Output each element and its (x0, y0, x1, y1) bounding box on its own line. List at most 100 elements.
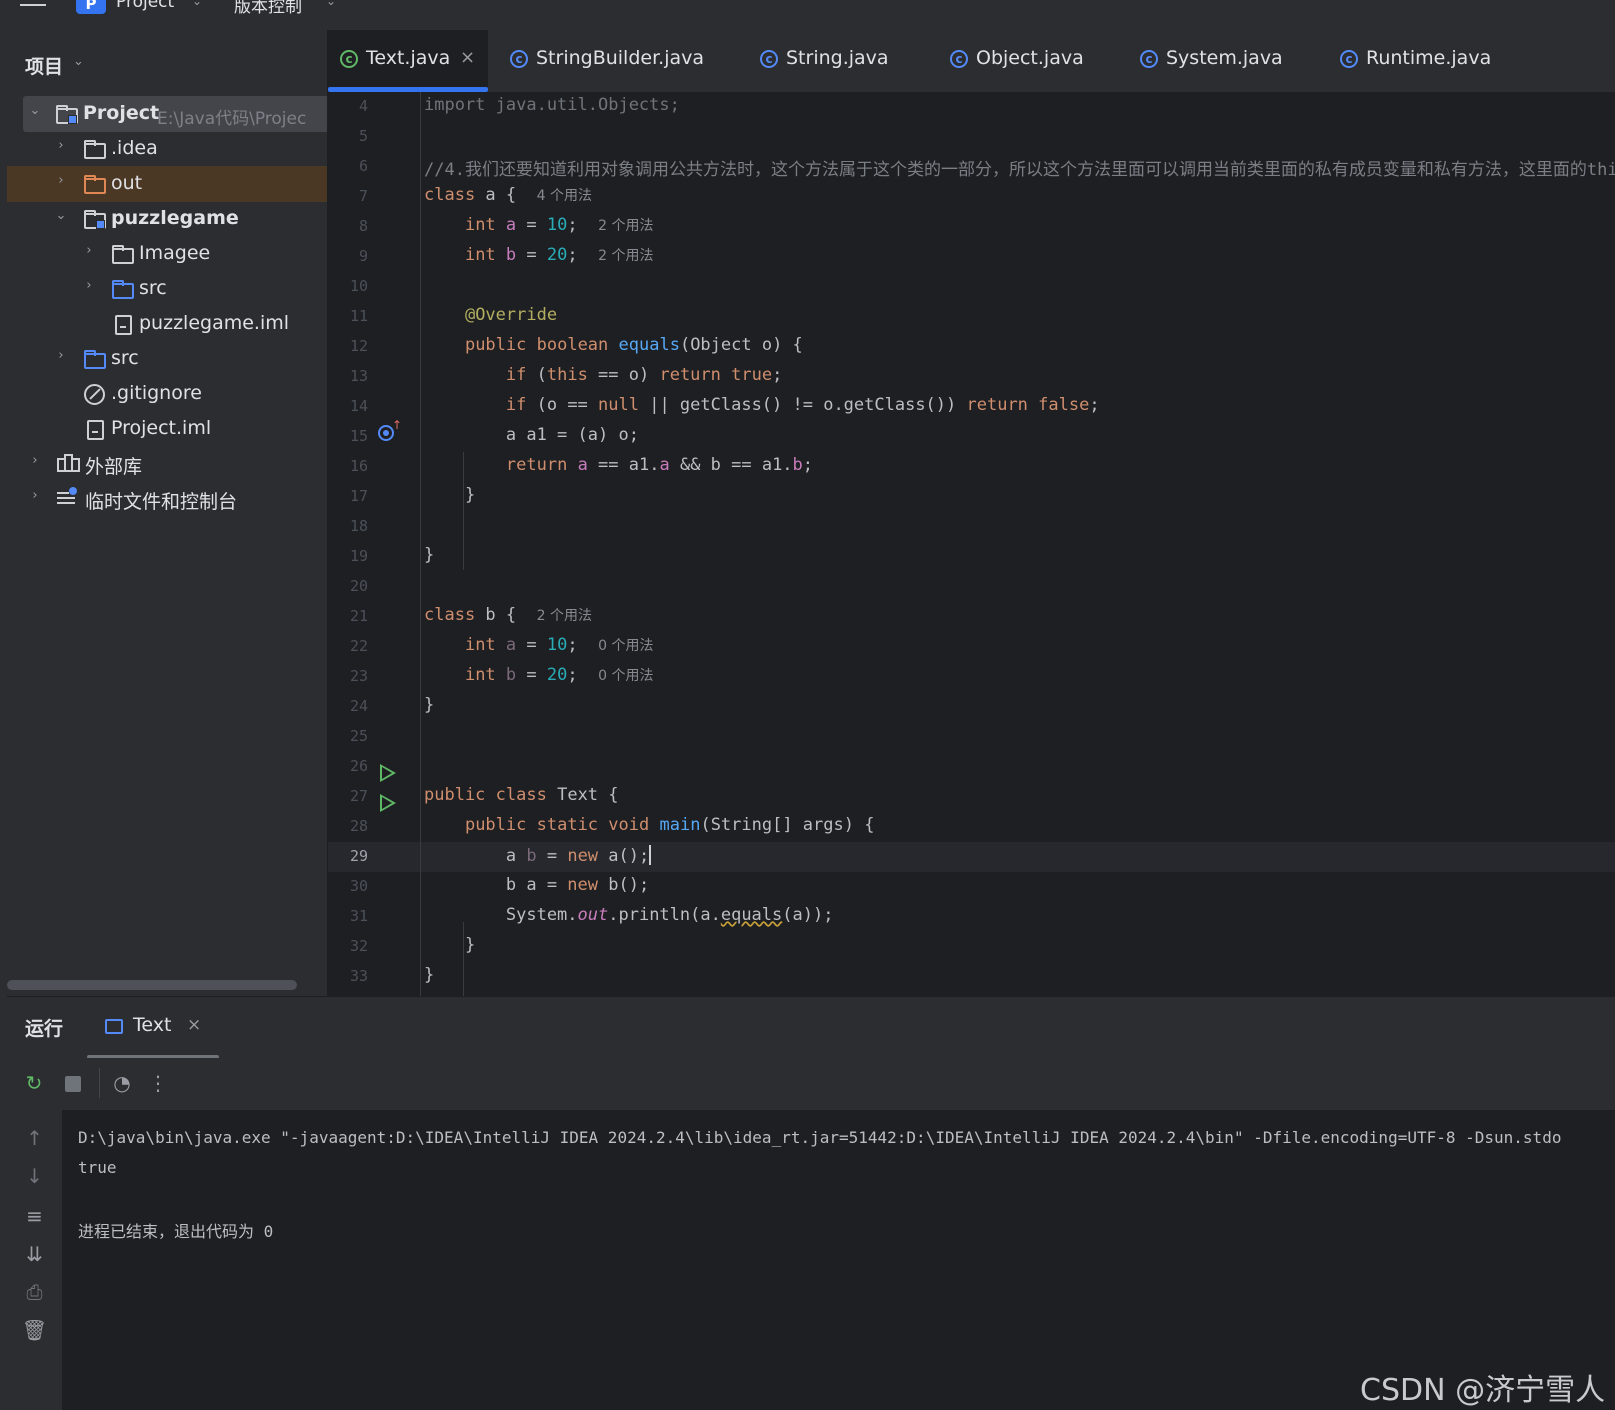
chevron-right-icon[interactable]: › (27, 488, 43, 503)
code-line[interactable]: 32 } (328, 932, 1615, 962)
code-line[interactable]: 21 class b { 2 个用法 (328, 602, 1615, 632)
code-line[interactable]: 25 (328, 722, 1615, 752)
arrow-down-icon[interactable]: ↓ (7, 1164, 62, 1188)
code-line[interactable]: 16 return a == a1.a && b == a1.b; (328, 452, 1615, 482)
project-switcher[interactable]: Project (116, 0, 174, 12)
code-line[interactable]: 15 a a1 = (a) o; (328, 422, 1615, 452)
line-number[interactable]: 31 (328, 907, 368, 925)
line-number[interactable]: 20 (328, 577, 368, 595)
code-line[interactable]: 5 (328, 122, 1615, 152)
tab-text-java[interactable]: c Text.java × (328, 30, 488, 92)
code-line[interactable]: 17 } (328, 482, 1615, 512)
line-number[interactable]: 25 (328, 727, 368, 745)
line-number[interactable]: 19 (328, 547, 368, 565)
code-line[interactable]: 13 if (this == o) return true; (328, 362, 1615, 392)
code-line[interactable]: 12 public boolean equals(Object o) { (328, 332, 1615, 362)
chevron-right-icon[interactable]: › (53, 138, 69, 153)
code-line[interactable]: 19} (328, 542, 1615, 572)
tree-item-project[interactable]: ⌄ Project E:\Java代码\Projec (23, 96, 327, 132)
chevron-right-icon[interactable]: › (81, 278, 97, 293)
code-line[interactable]: 7 class a { 4 个用法 (328, 182, 1615, 212)
tree-item-project-iml[interactable]: Project.iml (7, 411, 327, 447)
line-number[interactable]: 11 (328, 307, 368, 325)
line-number[interactable]: 13 (328, 367, 368, 385)
code-line[interactable]: 11 @Override (328, 302, 1615, 332)
soft-wrap-icon[interactable]: ≡ (7, 1204, 62, 1228)
run-tab-label[interactable]: Text (133, 1014, 171, 1036)
close-icon[interactable]: × (460, 47, 475, 68)
vcs-widget[interactable]: 版本控制 (234, 0, 302, 17)
line-number[interactable]: 5 (328, 127, 368, 145)
code-line[interactable]: 8 int a = 10; 2 个用法 (328, 212, 1615, 242)
close-icon[interactable]: × (187, 1015, 201, 1035)
code-line[interactable]: 31 System.out.println(a.equals(a)); (328, 902, 1615, 932)
horizontal-scrollbar[interactable] (7, 980, 297, 990)
chevron-right-icon[interactable]: › (53, 348, 69, 363)
tree-item-gitignore[interactable]: .gitignore (7, 376, 327, 412)
line-number[interactable]: 16 (328, 457, 368, 475)
line-number[interactable]: 8 (328, 217, 368, 235)
code-line[interactable]: 29 a b = new a(); (328, 842, 1615, 872)
line-number[interactable]: 10 (328, 277, 368, 295)
tree-item-out[interactable]: › out (7, 166, 327, 202)
rerun-icon[interactable]: ↻ (23, 1072, 45, 1094)
code-editor[interactable]: 4 import java.util.Objects; 5 6 //4.我们还要知道利用… (328, 92, 1615, 996)
more-icon[interactable]: ⋮ (147, 1072, 169, 1094)
line-number[interactable]: 29 (328, 847, 368, 865)
profiler-icon[interactable]: ◔ (111, 1072, 133, 1094)
scroll-to-end-icon[interactable]: ⇊ (7, 1242, 62, 1266)
code-line[interactable]: 20 (328, 572, 1615, 602)
tab-object-java[interactable]: c Object.java (928, 30, 1118, 92)
tab-runtime-java[interactable]: c Runtime.java (1318, 30, 1548, 92)
chevron-right-icon[interactable]: › (27, 453, 43, 468)
print-icon[interactable]: ⎙ (7, 1280, 62, 1304)
tree-item-idea[interactable]: › .idea (7, 131, 327, 167)
line-number[interactable]: 32 (328, 937, 368, 955)
code-line[interactable]: 27 public class Text { (328, 782, 1615, 812)
tree-item-puzzlegame[interactable]: ⌄ puzzlegame (7, 201, 327, 237)
chevron-right-icon[interactable]: › (53, 173, 69, 188)
tab-stringbuilder-java[interactable]: c StringBuilder.java (488, 30, 738, 92)
line-number[interactable]: 28 (328, 817, 368, 835)
line-number[interactable]: 18 (328, 517, 368, 535)
arrow-up-icon[interactable]: ↑ (7, 1126, 62, 1150)
line-number[interactable]: 30 (328, 877, 368, 895)
tree-item-imagee[interactable]: › Imagee (7, 236, 327, 272)
line-number[interactable]: 24 (328, 697, 368, 715)
code-line[interactable]: 10 (328, 272, 1615, 302)
code-line[interactable]: 6 //4.我们还要知道利用对象调用公共方法时，这个方法属于这个类的一部分，所以这… (328, 152, 1615, 182)
line-number[interactable]: 14 (328, 397, 368, 415)
tree-item-src[interactable]: › src (7, 341, 327, 377)
line-number[interactable]: 33 (328, 967, 368, 985)
stop-icon[interactable] (65, 1076, 81, 1092)
code-line[interactable]: 24} (328, 692, 1615, 722)
chevron-down-icon[interactable]: ⌄ (192, 0, 202, 8)
code-line[interactable]: 14 if (o == null || getClass() != o.getC… (328, 392, 1615, 422)
main-menu-icon[interactable] (20, 0, 46, 12)
project-badge[interactable]: P (76, 0, 106, 14)
chevron-down-icon[interactable]: ⌄ (326, 0, 336, 8)
run-gutter-icon[interactable] (380, 794, 396, 812)
panel-title[interactable]: 项目 (25, 52, 63, 79)
code-line[interactable]: 30 b a = new b(); (328, 872, 1615, 902)
line-number[interactable]: 23 (328, 667, 368, 685)
code-line[interactable]: 26 (328, 752, 1615, 782)
tree-item-src[interactable]: › src (7, 271, 327, 307)
line-number[interactable]: 9 (328, 247, 368, 265)
code-line[interactable]: 18 (328, 512, 1615, 542)
line-number[interactable]: 4 (328, 97, 368, 115)
code-line[interactable]: 23 int b = 20; 0 个用法 (328, 662, 1615, 692)
run-gutter-icon[interactable] (380, 764, 396, 782)
code-line[interactable]: 4 import java.util.Objects; (328, 92, 1615, 122)
line-number[interactable]: 6 (328, 157, 368, 175)
line-number[interactable]: 17 (328, 487, 368, 505)
line-number[interactable]: 22 (328, 637, 368, 655)
chevron-down-icon[interactable]: ⌄ (53, 208, 69, 223)
line-number[interactable]: 26 (328, 757, 368, 775)
chevron-down-icon[interactable]: ⌄ (27, 103, 43, 118)
code-line[interactable]: 9 int b = 20; 2 个用法 (328, 242, 1615, 272)
tab-system-java[interactable]: c System.java (1118, 30, 1318, 92)
line-number[interactable]: 12 (328, 337, 368, 355)
tab-string-java[interactable]: c String.java (738, 30, 928, 92)
code-line[interactable]: 33} (328, 962, 1615, 992)
